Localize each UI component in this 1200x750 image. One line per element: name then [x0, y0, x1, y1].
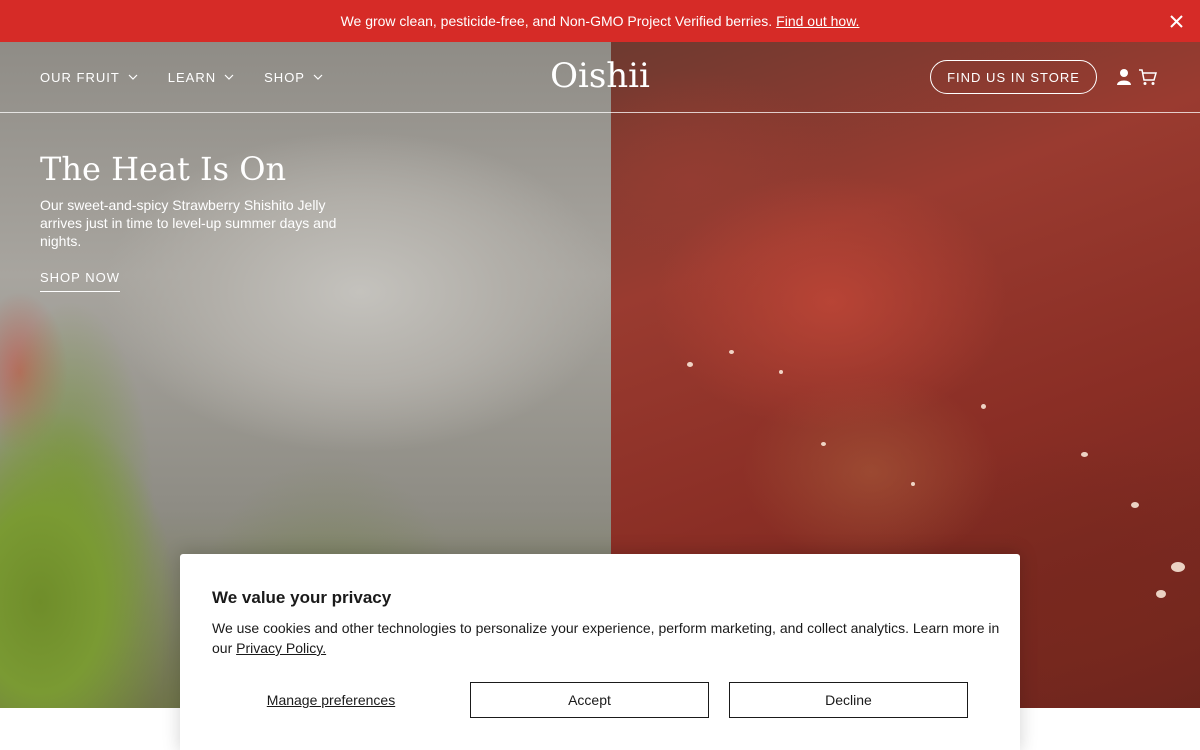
manage-preferences-link[interactable]: Manage preferences — [212, 682, 450, 718]
cookie-text: We use cookies and other technologies to… — [212, 620, 1000, 656]
cart-icon[interactable] — [1138, 67, 1158, 87]
nav-label: LEARN — [167, 69, 217, 85]
site-header: OUR FRUIT LEARN SHOP Oishii FIND US IN S… — [0, 42, 1200, 113]
chevron-down-icon — [313, 72, 323, 82]
cookie-consent-dialog: We value your privacy We use cookies and… — [180, 554, 1020, 750]
cookie-description: We use cookies and other technologies to… — [212, 618, 1002, 658]
shop-now-link[interactable]: SHOP NOW — [40, 270, 120, 292]
user-icon[interactable] — [1114, 67, 1134, 87]
decline-button[interactable]: Decline — [729, 682, 968, 718]
announcement-text: We grow clean, pesticide-free, and Non-G… — [340, 13, 773, 29]
nav-learn[interactable]: LEARN — [168, 70, 234, 85]
nav-label: SHOP — [264, 69, 305, 85]
announcement-link[interactable]: Find out how. — [776, 13, 859, 29]
privacy-policy-link[interactable]: Privacy Policy. — [236, 640, 326, 656]
nav-shop[interactable]: SHOP — [264, 70, 323, 85]
accept-button[interactable]: Accept — [470, 682, 709, 718]
find-us-in-store-button[interactable]: FIND US IN STORE — [930, 60, 1097, 94]
close-icon[interactable] — [1166, 11, 1186, 31]
announcement-bar: We grow clean, pesticide-free, and Non-G… — [0, 0, 1200, 42]
hero-title: The Heat Is On — [40, 150, 287, 188]
chevron-down-icon — [128, 72, 138, 82]
cookie-title: We value your privacy — [212, 588, 392, 607]
site-logo[interactable]: Oishii — [520, 56, 680, 96]
main-nav: OUR FRUIT LEARN SHOP — [40, 42, 353, 112]
nav-label: OUR FRUIT — [40, 69, 120, 85]
nav-our-fruit[interactable]: OUR FRUIT — [40, 70, 138, 85]
chevron-down-icon — [224, 72, 234, 82]
hero-description: Our sweet-and-spicy Strawberry Shishito … — [40, 197, 337, 249]
